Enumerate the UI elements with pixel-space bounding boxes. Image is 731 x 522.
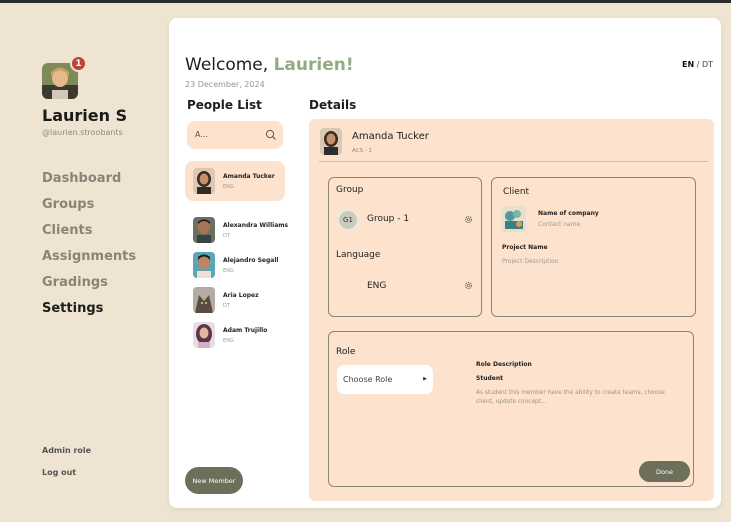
project-description: Project Description xyxy=(502,258,559,265)
new-member-button[interactable]: New Member xyxy=(185,467,243,494)
nav-item-clients[interactable]: Clients xyxy=(42,222,136,248)
user-handle: @laurien.stroobants xyxy=(42,128,123,137)
admin-role-link[interactable]: Admin role xyxy=(42,446,91,455)
role-description-label: Role Description xyxy=(476,361,532,368)
selected-person-avatar xyxy=(320,128,342,155)
lang-dt-option[interactable]: DT xyxy=(702,60,713,69)
lang-separator: / xyxy=(696,60,700,69)
search-input[interactable]: A... xyxy=(195,130,208,139)
contact-name: Contact name xyxy=(538,221,581,228)
nav-item-settings[interactable]: Settings xyxy=(42,300,136,326)
details-panel: Amanda Tucker ACS - 1 Group G1 Group - 1… xyxy=(309,119,714,501)
person-language: ENG xyxy=(223,338,234,344)
chevron-right-icon: ▶ xyxy=(423,376,427,382)
choose-role-text: Choose Role xyxy=(343,375,393,384)
person-name: Aria Lopez xyxy=(223,292,259,299)
role-description-text: As student this member have the ability … xyxy=(476,390,665,405)
search-icon[interactable] xyxy=(265,129,277,141)
person-language: DT xyxy=(223,233,230,239)
company-name: Name of company xyxy=(538,210,599,217)
project-name-label: Project Name xyxy=(502,244,548,251)
person-language: ENG xyxy=(223,268,234,274)
notification-badge: 1 xyxy=(70,55,87,72)
role-section: Role Choose Role ▶ Role Description Stud… xyxy=(328,331,694,487)
window-top-bar xyxy=(0,0,731,3)
person-avatar xyxy=(193,322,215,348)
language-label: Language xyxy=(336,250,381,260)
language-value: ENG xyxy=(367,281,387,291)
lang-en-option[interactable]: EN xyxy=(682,60,694,69)
group-settings-gear-icon[interactable] xyxy=(464,215,473,224)
welcome-name: Laurien! xyxy=(273,55,354,75)
details-divider xyxy=(319,161,708,162)
user-name: Laurien S xyxy=(42,106,128,125)
nav-item-assignments[interactable]: Assignments xyxy=(42,248,136,274)
person-item-aria-lopez[interactable]: Aria Lopez DT xyxy=(185,280,285,320)
group-value: Group - 1 xyxy=(367,214,410,224)
role-label: Role xyxy=(336,347,356,357)
group-badge: G1 xyxy=(337,209,359,231)
people-list-title: People List xyxy=(187,98,262,112)
group-section: Group G1 Group - 1 Language ENG xyxy=(328,177,482,317)
user-avatar[interactable]: 1 xyxy=(42,55,87,99)
person-language: ENG xyxy=(223,184,234,190)
done-button[interactable]: Done xyxy=(639,461,690,482)
choose-role-dropdown[interactable]: Choose Role ▶ xyxy=(337,365,433,394)
welcome-heading: Welcome, Laurien! xyxy=(185,55,354,75)
welcome-text: Welcome, xyxy=(185,55,269,75)
client-logo xyxy=(502,206,526,232)
main-panel: Welcome, Laurien! 23 December, 2024 EN /… xyxy=(169,18,721,508)
person-name: Alexandra Williams xyxy=(223,222,289,229)
current-date: 23 December, 2024 xyxy=(185,80,265,89)
group-label: Group xyxy=(336,185,364,195)
sidebar-nav: Dashboard Groups Clients Assignments Gra… xyxy=(42,170,136,326)
nav-item-gradings[interactable]: Gradings xyxy=(42,274,136,300)
person-name: Alejandro Segall xyxy=(223,257,279,264)
person-avatar xyxy=(193,287,215,313)
person-language: DT xyxy=(223,303,230,309)
person-avatar xyxy=(193,217,215,243)
selected-person-code: ACS - 1 xyxy=(352,148,372,154)
nav-item-groups[interactable]: Groups xyxy=(42,196,136,222)
language-switcher: EN / DT xyxy=(682,60,713,69)
role-name: Student xyxy=(476,375,503,382)
person-name: Adam Trujillo xyxy=(223,327,268,334)
person-avatar xyxy=(193,168,215,194)
person-name: Amanda Tucker xyxy=(223,173,275,180)
details-title: Details xyxy=(309,98,357,112)
person-item-amanda-tucker[interactable]: Amanda Tucker ENG xyxy=(185,161,285,201)
people-search[interactable]: A... xyxy=(187,121,283,149)
client-label: Client xyxy=(503,187,530,197)
logout-link[interactable]: Log out xyxy=(42,468,76,477)
selected-person-name: Amanda Tucker xyxy=(352,131,429,142)
person-item-alejandro-segall[interactable]: Alejandro Segall ENG xyxy=(185,245,285,285)
person-item-alexandra-williams[interactable]: Alexandra Williams DT xyxy=(185,210,289,250)
person-item-adam-trujillo[interactable]: Adam Trujillo ENG xyxy=(185,315,285,355)
client-section: Client Name of company Contact name Proj… xyxy=(491,177,696,317)
language-settings-gear-icon[interactable] xyxy=(464,281,473,290)
nav-item-dashboard[interactable]: Dashboard xyxy=(42,170,136,196)
person-avatar xyxy=(193,252,215,278)
